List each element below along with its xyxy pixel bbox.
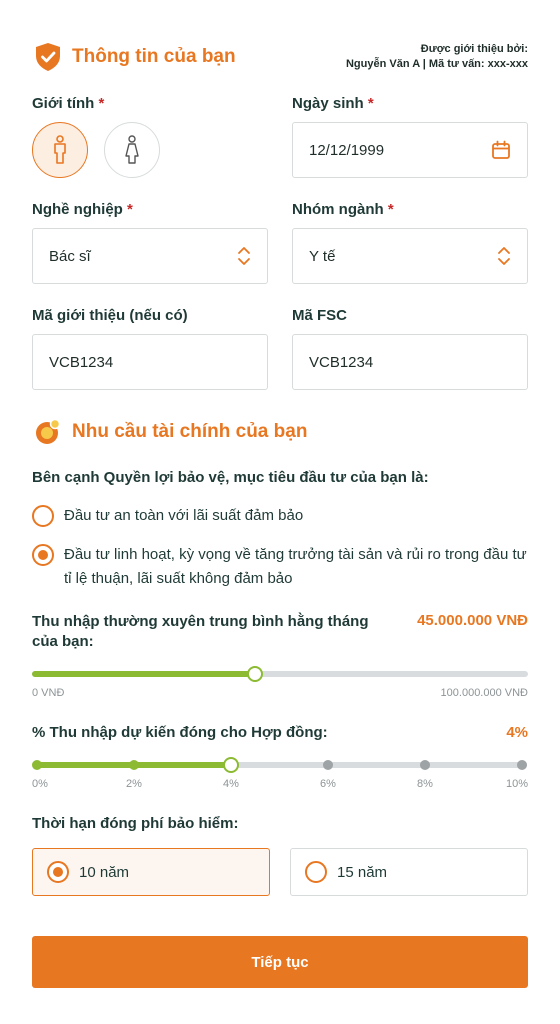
percent-step-label: 6%	[320, 778, 336, 790]
percent-step-dot[interactable]	[420, 760, 430, 770]
fsc-input[interactable]: VCB1234	[292, 334, 528, 390]
percent-step-dot[interactable]	[129, 760, 139, 770]
percent-step-label: 4%	[223, 778, 239, 790]
female-icon	[125, 135, 139, 164]
term-option-15[interactable]: 15 năm	[290, 848, 528, 896]
chevron-up-down-icon	[237, 246, 251, 266]
personal-info-title: Thông tin của bạn	[72, 46, 236, 67]
occupation-value: Bác sĩ	[49, 247, 91, 265]
fsc-label: Mã FSC	[292, 307, 348, 324]
gender-male-button[interactable]	[32, 122, 88, 178]
percent-step-dot[interactable]	[517, 760, 527, 770]
continue-button[interactable]: Tiếp tục	[32, 936, 528, 988]
term-10-label: 10 năm	[79, 863, 130, 881]
industry-label: Nhóm ngành *	[292, 201, 394, 218]
percent-slider-thumb[interactable]	[223, 757, 239, 773]
referral-value: Nguyễn Văn A | Mã tư vấn: xxx-xxx	[345, 58, 528, 70]
term-label: Thời hạn đóng phí bảo hiểm:	[32, 815, 239, 832]
radio-term-10[interactable]	[47, 861, 69, 883]
radio-safe[interactable]	[32, 505, 54, 527]
occupation-select[interactable]: Bác sĩ	[32, 228, 268, 284]
calendar-icon[interactable]	[491, 140, 511, 160]
percent-value: 4%	[506, 724, 528, 741]
option-safe-label: Đầu tư an toàn với lãi suất đảm bảo	[64, 507, 304, 524]
percent-label: % Thu nhập dự kiến đóng cho Hợp đồng:	[32, 724, 328, 741]
income-max-label: 100.000.000 VNĐ	[440, 687, 528, 699]
option-flexible-label: Đầu tư linh hoạt, kỳ vọng về tăng trưởng…	[64, 546, 527, 587]
percent-step-label: 2%	[126, 778, 142, 790]
radio-term-15[interactable]	[305, 861, 327, 883]
dob-field[interactable]: 12/12/1999	[292, 122, 528, 178]
percent-step-label: 8%	[417, 778, 433, 790]
industry-value: Y tế	[309, 247, 336, 265]
percent-step-dot[interactable]	[323, 760, 333, 770]
coin-icon	[34, 418, 62, 446]
referral-label: Được giới thiệu bởi:	[420, 43, 528, 55]
industry-select[interactable]: Y tế	[292, 228, 528, 284]
referral-info: Được giới thiệu bởi: Nguyễn Văn A | Mã t…	[346, 42, 528, 72]
income-value: 45.000.000 VNĐ	[417, 612, 528, 629]
referral-code-value: VCB1234	[49, 353, 114, 371]
percent-step-label: 10%	[505, 778, 528, 790]
percent-step-dot[interactable]	[32, 760, 42, 770]
term-15-label: 15 năm	[337, 863, 388, 881]
male-icon	[54, 135, 66, 164]
dob-label: Ngày sinh *	[292, 95, 374, 112]
shield-check-icon	[34, 42, 62, 72]
gender-label: Giới tính *	[32, 95, 105, 112]
income-label: Thu nhập thường xuyên trung bình hằng th…	[32, 613, 369, 650]
gender-female-button[interactable]	[104, 122, 160, 178]
referral-code-input[interactable]: VCB1234	[32, 334, 268, 390]
investment-option-safe[interactable]: Đầu tư an toàn với lãi suất đảm bảo	[32, 504, 303, 528]
percent-step-label: 0%	[32, 778, 48, 790]
investment-question: Bên cạnh Quyền lợi bảo vệ, mục tiêu đầu …	[32, 469, 429, 486]
referral-code-label: Mã giới thiệu (nếu có)	[32, 307, 188, 324]
radio-flexible[interactable]	[32, 544, 54, 566]
income-min-label: 0 VNĐ	[32, 687, 65, 699]
income-slider-thumb[interactable]	[247, 666, 263, 682]
fsc-value: VCB1234	[309, 353, 374, 371]
chevron-up-down-icon	[497, 246, 511, 266]
financial-needs-title: Nhu cầu tài chính của bạn	[72, 421, 308, 442]
occupation-label: Nghề nghiệp *	[32, 201, 133, 218]
term-option-10[interactable]: 10 năm	[32, 848, 270, 896]
dob-value: 12/12/1999	[309, 141, 385, 159]
investment-option-flexible[interactable]: Đầu tư linh hoạt, kỳ vọng về tăng trưởng…	[32, 543, 528, 591]
income-slider-fill	[32, 671, 255, 677]
